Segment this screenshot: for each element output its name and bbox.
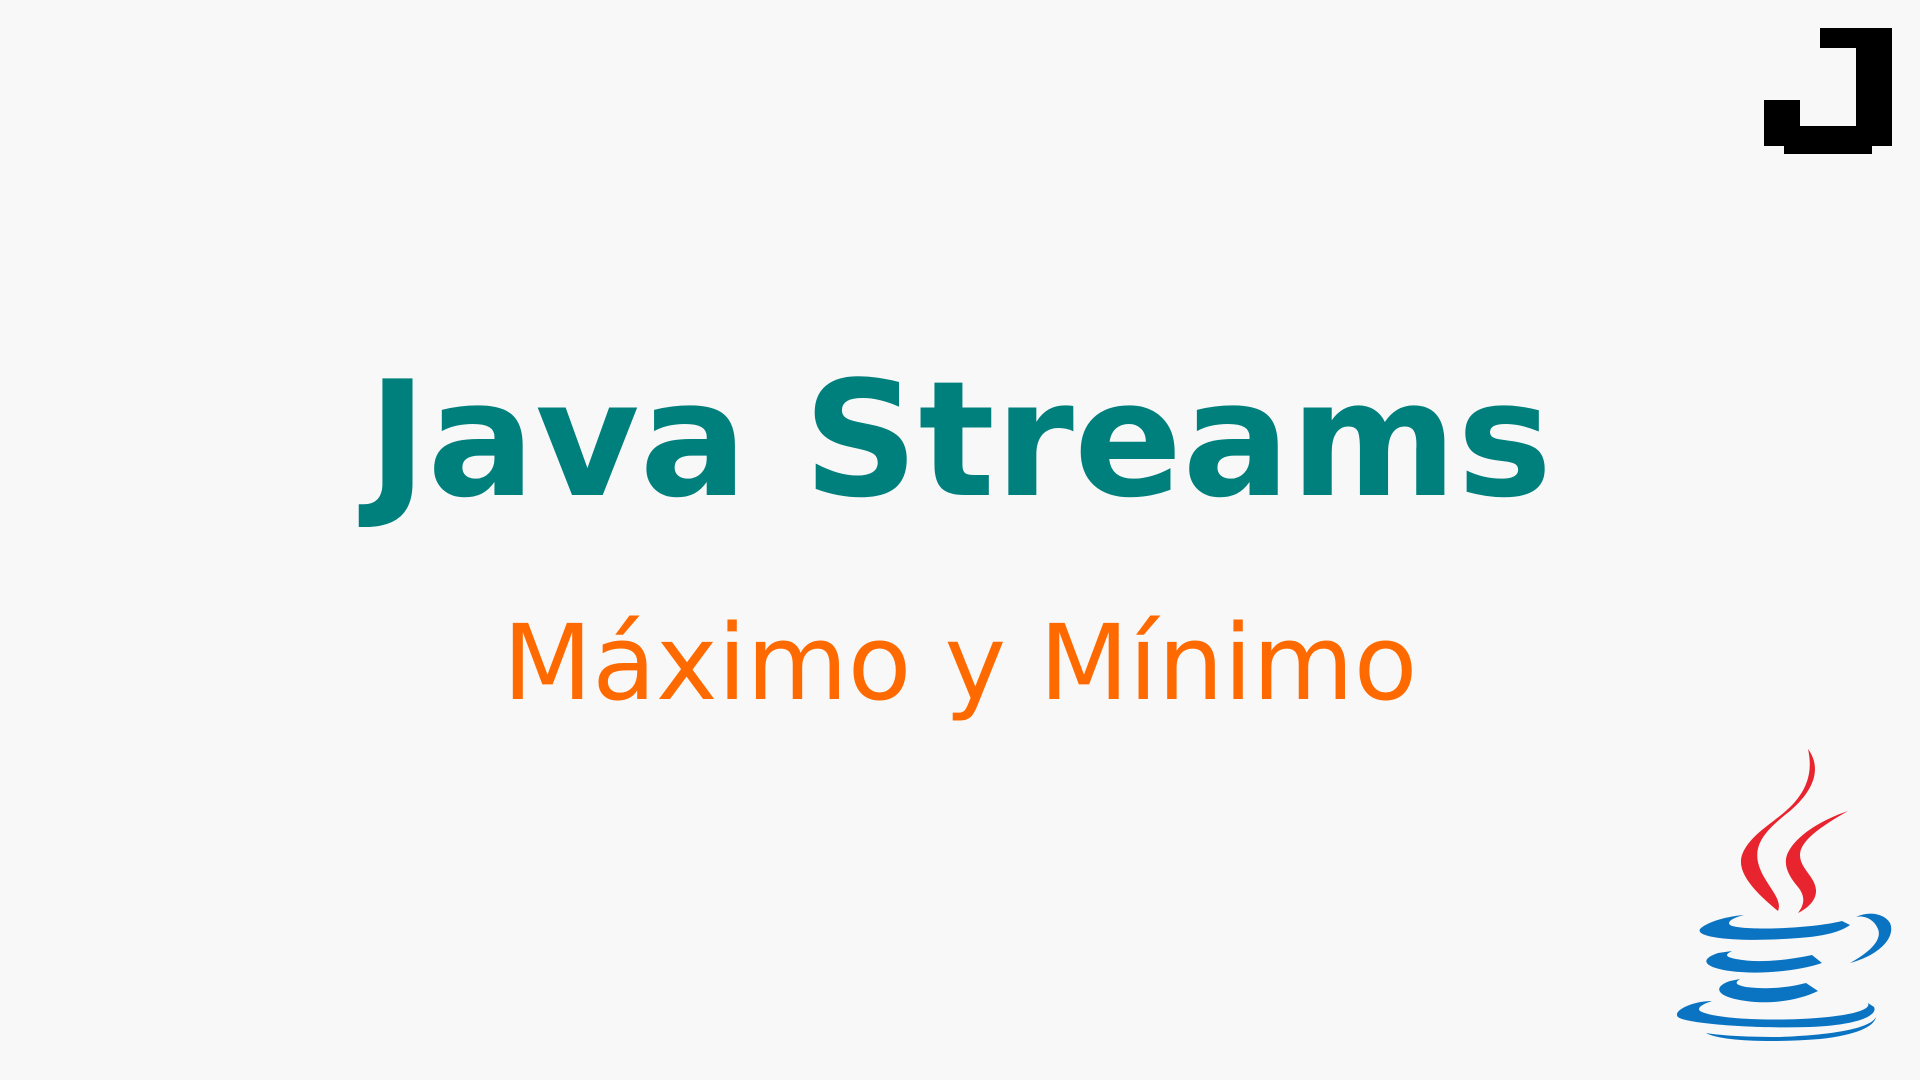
java-cup-icon (1676, 913, 1892, 1041)
java-flame-icon (1740, 749, 1848, 913)
slide: Java Streams Máximo y Mínimo (0, 0, 1920, 1080)
j-pixel-logo-icon (1764, 28, 1892, 154)
slide-subtitle: Máximo y Mínimo (502, 602, 1418, 724)
slide-title: Java Streams (367, 346, 1553, 533)
java-coffee-cup-logo-icon (1676, 749, 1892, 1041)
